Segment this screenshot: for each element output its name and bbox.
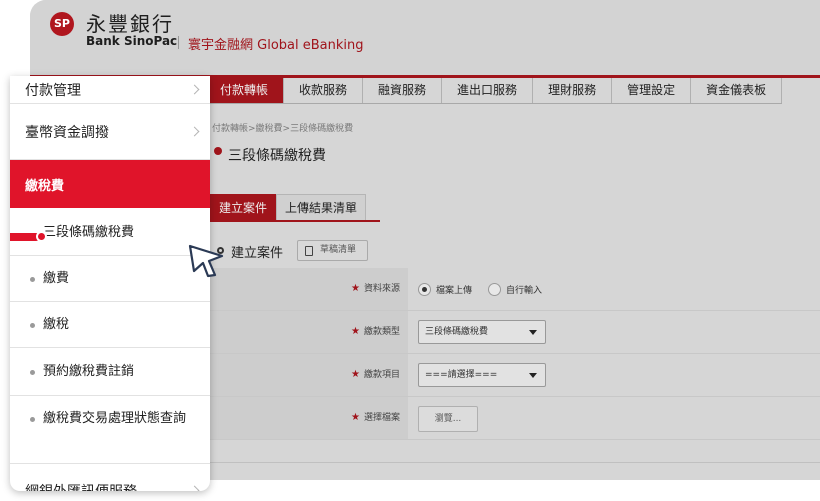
nav-tab-import-export[interactable]: 進出口服務 xyxy=(442,78,534,103)
menu-item-label: 付款管理 xyxy=(25,83,81,99)
sidebar-menu: 付款管理 臺幣資金調撥 繳稅費 三段條碼繳稅費 繳費 繳稅 預約繳稅費註銷 繳稅… xyxy=(10,76,210,491)
required-star-icon: ★ xyxy=(351,369,360,380)
brand-subtitle: 寰宇金融網 Global eBanking xyxy=(188,38,364,53)
menu-subitem-label: 三段條碼繳稅費 xyxy=(43,225,135,240)
required-star-icon: ★ xyxy=(351,326,360,337)
menu-subitem-label: 繳稅費交易處理狀態查詢 xyxy=(43,411,187,426)
bullet-icon xyxy=(30,323,35,328)
chevron-right-icon xyxy=(189,84,200,95)
tab-upload-results[interactable]: 上傳結果清單 xyxy=(276,194,367,220)
title-dot-icon xyxy=(214,147,222,155)
chevron-right-icon xyxy=(189,126,200,137)
menu-subitem-pay-fee[interactable]: 繳費 xyxy=(10,256,210,302)
section-title: 建立案件 xyxy=(231,246,284,261)
draft-list-button[interactable]: 草稿清單 xyxy=(297,240,368,261)
browse-button[interactable]: 瀏覽... xyxy=(418,406,478,432)
menu-subitem-pay-tax[interactable]: 繳稅 xyxy=(10,302,210,348)
type-field: 三段條碼繳稅費 xyxy=(408,311,820,353)
menu-subitem-cancel-scheduled[interactable]: 預約繳稅費註銷 xyxy=(10,348,210,396)
chevron-down-icon xyxy=(529,373,537,378)
main-nav: 付款轉帳 收款服務 融資服務 進出口服務 理財服務 管理設定 資金儀表板 xyxy=(205,78,783,104)
draft-list-label: 草稿清單 xyxy=(320,245,357,255)
nav-tab-financing[interactable]: 融資服務 xyxy=(363,78,443,103)
radio-manual-input[interactable] xyxy=(488,283,501,296)
document-icon xyxy=(305,246,313,256)
menu-item-tax-fee[interactable]: 繳稅費 xyxy=(10,160,210,208)
menu-item-label: 繳稅費 xyxy=(25,179,65,194)
item-field: ===請選擇=== xyxy=(408,354,820,396)
menu-item-twd-transfer[interactable]: 臺幣資金調撥 xyxy=(10,104,210,160)
menu-item-forex-service[interactable]: 網銀外匯訊便服務 xyxy=(10,464,210,491)
payment-type-value: 三段條碼繳稅費 xyxy=(425,327,489,337)
nav-tab-dashboard[interactable]: 資金儀表板 xyxy=(691,78,783,103)
form-bottom-divider xyxy=(210,462,820,463)
nav-tab-settings[interactable]: 管理設定 xyxy=(612,78,692,103)
radio-manual-input-label: 自行輸入 xyxy=(506,286,543,296)
item-label: ★ 繳款項目 xyxy=(210,354,408,396)
brand-name-cn: 永豐銀行 xyxy=(86,12,174,36)
brand-name-en: Bank SinoPac xyxy=(86,34,178,48)
nav-tab-wealth[interactable]: 理財服務 xyxy=(533,78,613,103)
header-divider xyxy=(178,36,179,49)
mouse-pointer-icon xyxy=(188,244,224,278)
nav-tab-collection[interactable]: 收款服務 xyxy=(284,78,364,103)
bullet-icon xyxy=(30,370,35,375)
screenshot-stage: SP 永豐銀行 Bank SinoPac 寰宇金融網 Global eBanki… xyxy=(0,0,820,501)
radio-file-upload[interactable] xyxy=(418,283,431,296)
menu-subitem-status-query[interactable]: 繳稅費交易處理狀態查詢 xyxy=(10,396,210,464)
bullet-icon xyxy=(30,417,35,422)
form-row-type: ★ 繳款類型 三段條碼繳稅費 xyxy=(210,311,820,354)
menu-item-payment-management[interactable]: 付款管理 xyxy=(10,76,210,104)
menu-subitem-label: 繳費 xyxy=(43,271,70,286)
form-row-source: ★ 資料來源 檔案上傳 自行輸入 xyxy=(210,268,820,311)
sinopac-logo-icon: SP xyxy=(50,12,74,36)
required-star-icon: ★ xyxy=(351,412,360,423)
menu-subitem-label: 繳稅 xyxy=(43,317,70,332)
menu-subitem-label: 預約繳稅費註銷 xyxy=(43,364,135,379)
menu-item-label: 網銀外匯訊便服務 xyxy=(25,481,137,491)
case-form: ★ 資料來源 檔案上傳 自行輸入 ★ 繳款類型 三段條碼繳稅費 ★ 繳款項目 =… xyxy=(210,268,820,440)
tab-create-case[interactable]: 建立案件 xyxy=(210,194,277,220)
chevron-right-icon xyxy=(189,485,200,491)
form-row-file: ★ 選擇檔案 瀏覽... xyxy=(210,397,820,440)
current-item-dot-icon xyxy=(36,231,47,242)
source-field: 檔案上傳 自行輸入 xyxy=(408,268,820,310)
page-title: 三段條碼繳稅費 xyxy=(228,148,326,164)
form-row-item: ★ 繳款項目 ===請選擇=== xyxy=(210,354,820,397)
payment-type-select[interactable]: 三段條碼繳稅費 xyxy=(418,320,546,344)
radio-file-upload-label: 檔案上傳 xyxy=(436,286,473,296)
file-field: 瀏覽... xyxy=(408,397,820,439)
payment-item-select[interactable]: ===請選擇=== xyxy=(418,363,546,387)
breadcrumb: 付款轉帳>繳稅費>三段條碼繳稅費 xyxy=(212,124,354,134)
menu-item-label: 臺幣資金調撥 xyxy=(25,125,109,141)
nav-tab-payment-transfer[interactable]: 付款轉帳 xyxy=(205,78,285,103)
payment-item-value: ===請選擇=== xyxy=(425,370,498,380)
site-header: SP 永豐銀行 Bank SinoPac 寰宇金融網 Global eBanki… xyxy=(30,0,820,75)
source-label: ★ 資料來源 xyxy=(210,268,408,310)
required-star-icon: ★ xyxy=(351,283,360,294)
chevron-down-icon xyxy=(529,330,537,335)
file-label: ★ 選擇檔案 xyxy=(210,397,408,439)
sub-tabs: 建立案件 上傳結果清單 xyxy=(210,194,380,222)
type-label: ★ 繳款類型 xyxy=(210,311,408,353)
bullet-icon xyxy=(30,277,35,282)
